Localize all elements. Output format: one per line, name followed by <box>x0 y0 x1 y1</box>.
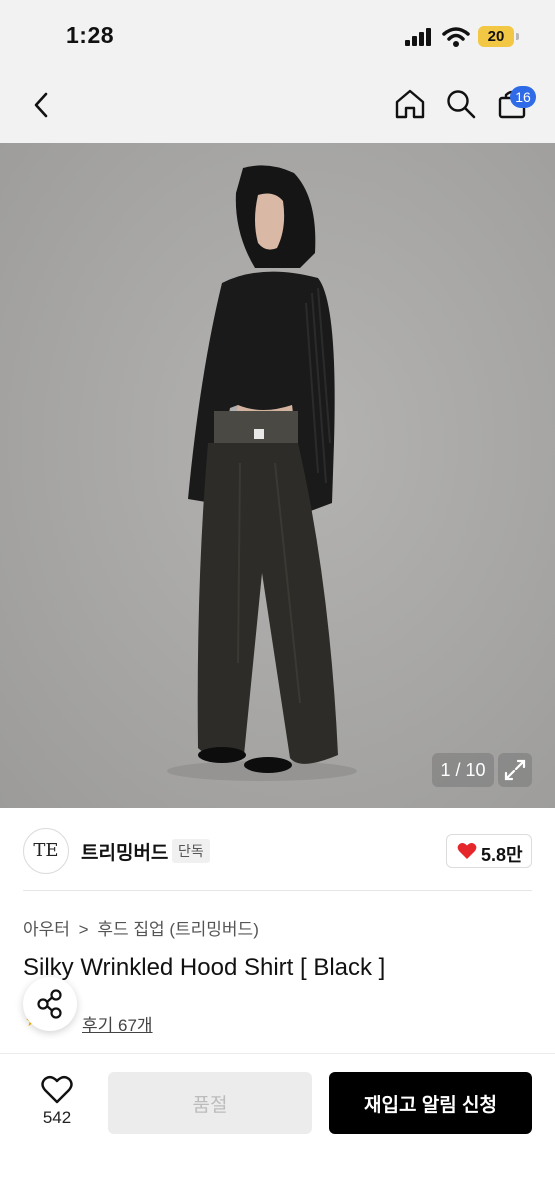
soldout-button[interactable]: 품절 <box>108 1072 312 1134</box>
expand-button[interactable] <box>498 753 532 787</box>
brand-likes-count: 5.8만 <box>481 845 523 865</box>
wifi-icon <box>442 27 470 47</box>
brand-name[interactable]: 트리밍버드 <box>81 838 168 865</box>
top-nav <box>0 70 555 143</box>
battery-icon: 20 <box>478 26 514 47</box>
product-image[interactable] <box>0 143 555 808</box>
home-icon[interactable] <box>394 88 426 120</box>
cart-count-badge: 16 <box>510 86 536 108</box>
share-icon <box>37 989 62 1019</box>
heart-icon <box>457 843 477 859</box>
breadcrumb-subcategory[interactable]: 후드 집업 (트리밍버드) <box>97 920 259 939</box>
breadcrumb-category[interactable]: 아우터 <box>23 920 70 939</box>
wishlist-count: 542 <box>42 1108 72 1127</box>
restock-alert-button[interactable]: 재입고 알림 신청 <box>329 1072 532 1134</box>
model-photo <box>167 165 357 781</box>
image-counter: 1 / 10 <box>432 753 494 787</box>
brand-like-button[interactable]: 5.8만 <box>446 834 532 868</box>
share-button[interactable] <box>23 977 77 1031</box>
exclusive-badge: 단독 <box>172 839 210 863</box>
wishlist-heart-icon[interactable] <box>40 1075 74 1105</box>
status-time: 1:28 <box>66 22 115 48</box>
signal-icon <box>405 28 435 46</box>
divider <box>23 890 532 891</box>
expand-icon <box>504 759 526 781</box>
status-bar: 1:28 20 <box>0 0 555 70</box>
back-arrow-icon[interactable] <box>30 90 52 120</box>
breadcrumb-separator: > <box>78 920 89 939</box>
brand-logo[interactable]: TE <box>23 828 69 874</box>
breadcrumb: 아우터 > 후드 집업 (트리밍버드) <box>23 915 263 940</box>
review-link[interactable]: 후기 67개 <box>82 1011 153 1036</box>
product-title: Silky Wrinkled Hood Shirt [ Black ] <box>23 954 386 981</box>
battery-tip <box>516 33 519 40</box>
search-icon[interactable] <box>445 88 477 120</box>
